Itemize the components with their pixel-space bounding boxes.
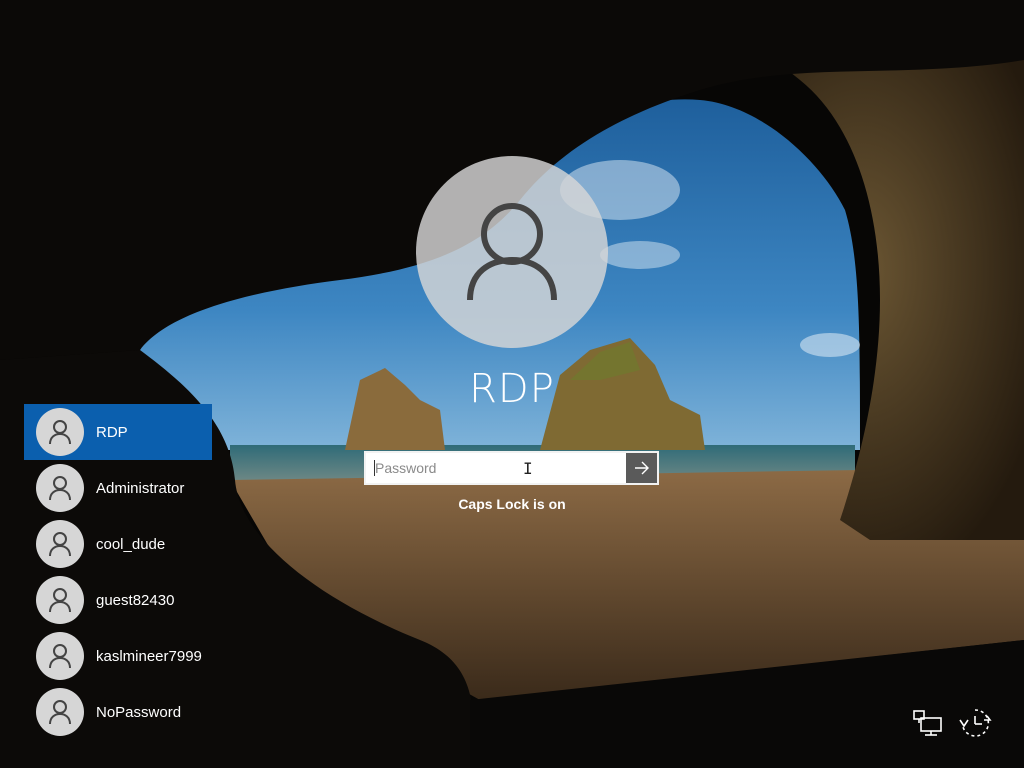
user-name: kaslmineer7999 [96,647,202,665]
avatar [36,576,84,624]
user-name: guest82430 [96,591,175,609]
submit-button[interactable] [626,453,657,483]
user-item-rdp[interactable]: RDP [24,404,212,460]
text-caret [374,460,375,476]
user-item-nopassword[interactable]: NoPassword [24,684,212,740]
avatar [36,464,84,512]
user-name: RDP [96,423,128,441]
user-list: RDP Administrator cool_dude guest82430 k… [24,404,212,740]
user-icon [49,476,71,501]
user-item-guest82430[interactable]: guest82430 [24,572,212,628]
user-icon [49,588,71,613]
avatar [36,520,84,568]
arrow-right-icon [634,461,649,475]
user-icon [49,420,71,445]
network-button[interactable] [910,705,946,741]
password-box: I [364,451,659,485]
avatar [36,688,84,736]
password-input[interactable] [366,453,628,483]
user-icon [49,700,71,725]
user-icon [49,644,71,669]
user-item-cool-dude[interactable]: cool_dude [24,516,212,572]
user-icon [467,203,557,301]
avatar [36,632,84,680]
user-icon [49,532,71,557]
user-item-kaslmineer7999[interactable]: kaslmineer7999 [24,628,212,684]
ease-of-access-icon [959,709,992,737]
ibeam-cursor-icon: I [523,459,533,478]
avatar [36,408,84,456]
user-name: NoPassword [96,703,182,721]
caps-lock-warning: Caps Lock is on [458,496,566,512]
user-name: Administrator [96,479,185,497]
ease-of-access-button[interactable] [957,705,993,741]
network-icon [913,710,942,736]
user-name: cool_dude [96,535,166,553]
current-user-avatar [416,156,608,348]
current-user-name: RDP [469,366,555,412]
user-item-administrator[interactable]: Administrator [24,460,212,516]
